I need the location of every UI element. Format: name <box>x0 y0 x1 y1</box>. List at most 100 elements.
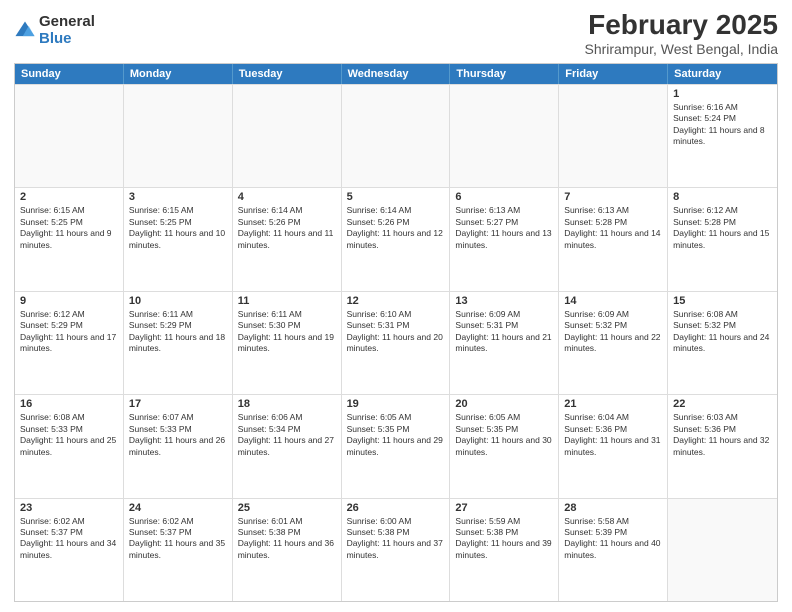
empty-cell <box>342 85 451 187</box>
day-number: 5 <box>347 191 445 203</box>
day-info: Sunrise: 6:16 AM Sunset: 5:24 PM Dayligh… <box>673 102 772 148</box>
day-number: 18 <box>238 398 336 410</box>
weekday-header: Tuesday <box>233 64 342 84</box>
day-cell: 18 Sunrise: 6:06 AM Sunset: 5:34 PM Dayli… <box>233 395 342 497</box>
calendar-header: SundayMondayTuesdayWednesdayThursdayFrid… <box>15 64 777 84</box>
day-cell: 10 Sunrise: 6:11 AM Sunset: 5:29 PM Dayli… <box>124 292 233 394</box>
day-info: Sunrise: 6:11 AM Sunset: 5:30 PM Dayligh… <box>238 309 336 355</box>
day-cell: 7 Sunrise: 6:13 AM Sunset: 5:28 PM Daylig… <box>559 188 668 290</box>
day-number: 23 <box>20 502 118 514</box>
day-info: Sunrise: 6:12 AM Sunset: 5:28 PM Dayligh… <box>673 205 772 251</box>
day-cell: 17 Sunrise: 6:07 AM Sunset: 5:33 PM Dayli… <box>124 395 233 497</box>
day-number: 1 <box>673 88 772 100</box>
day-cell: 14 Sunrise: 6:09 AM Sunset: 5:32 PM Dayli… <box>559 292 668 394</box>
day-info: Sunrise: 6:01 AM Sunset: 5:38 PM Dayligh… <box>238 516 336 562</box>
day-info: Sunrise: 6:07 AM Sunset: 5:33 PM Dayligh… <box>129 412 227 458</box>
day-cell: 16 Sunrise: 6:08 AM Sunset: 5:33 PM Dayli… <box>15 395 124 497</box>
day-info: Sunrise: 6:14 AM Sunset: 5:26 PM Dayligh… <box>347 205 445 251</box>
empty-cell <box>668 499 777 601</box>
day-info: Sunrise: 6:02 AM Sunset: 5:37 PM Dayligh… <box>129 516 227 562</box>
day-number: 16 <box>20 398 118 410</box>
day-info: Sunrise: 6:12 AM Sunset: 5:29 PM Dayligh… <box>20 309 118 355</box>
day-info: Sunrise: 6:06 AM Sunset: 5:34 PM Dayligh… <box>238 412 336 458</box>
day-number: 26 <box>347 502 445 514</box>
day-info: Sunrise: 6:08 AM Sunset: 5:33 PM Dayligh… <box>20 412 118 458</box>
day-number: 27 <box>455 502 553 514</box>
day-cell: 11 Sunrise: 6:11 AM Sunset: 5:30 PM Dayli… <box>233 292 342 394</box>
day-cell: 28Sunrise: 5:58 AM Sunset: 5:39 PM Dayli… <box>559 499 668 601</box>
day-info: Sunrise: 6:13 AM Sunset: 5:27 PM Dayligh… <box>455 205 553 251</box>
day-cell: 6 Sunrise: 6:13 AM Sunset: 5:27 PM Daylig… <box>450 188 559 290</box>
day-cell: 5 Sunrise: 6:14 AM Sunset: 5:26 PM Daylig… <box>342 188 451 290</box>
day-cell: 12Sunrise: 6:10 AM Sunset: 5:31 PM Dayli… <box>342 292 451 394</box>
day-number: 15 <box>673 295 772 307</box>
logo-icon <box>14 20 36 42</box>
day-number: 2 <box>20 191 118 203</box>
weekday-header: Friday <box>559 64 668 84</box>
day-info: Sunrise: 6:05 AM Sunset: 5:35 PM Dayligh… <box>347 412 445 458</box>
day-cell: 27 Sunrise: 5:59 AM Sunset: 5:38 PM Dayli… <box>450 499 559 601</box>
day-number: 21 <box>564 398 662 410</box>
title-block: February 2025 Shrirampur, West Bengal, I… <box>584 10 778 57</box>
calendar-row: 9 Sunrise: 6:12 AM Sunset: 5:29 PM Daylig… <box>15 291 777 394</box>
weekday-header: Saturday <box>668 64 777 84</box>
day-cell: 23Sunrise: 6:02 AM Sunset: 5:37 PM Dayli… <box>15 499 124 601</box>
day-cell: 1 Sunrise: 6:16 AM Sunset: 5:24 PM Daylig… <box>668 85 777 187</box>
day-number: 12 <box>347 295 445 307</box>
empty-cell <box>233 85 342 187</box>
day-cell: 8Sunrise: 6:12 AM Sunset: 5:28 PM Daylig… <box>668 188 777 290</box>
day-number: 17 <box>129 398 227 410</box>
logo-general: General <box>39 14 95 31</box>
day-number: 13 <box>455 295 553 307</box>
day-info: Sunrise: 6:03 AM Sunset: 5:36 PM Dayligh… <box>673 412 772 458</box>
day-number: 20 <box>455 398 553 410</box>
day-cell: 26 Sunrise: 6:00 AM Sunset: 5:38 PM Dayli… <box>342 499 451 601</box>
day-number: 19 <box>347 398 445 410</box>
day-info: Sunrise: 6:15 AM Sunset: 5:25 PM Dayligh… <box>129 205 227 251</box>
calendar-row: 1 Sunrise: 6:16 AM Sunset: 5:24 PM Daylig… <box>15 84 777 187</box>
day-number: 3 <box>129 191 227 203</box>
day-number: 14 <box>564 295 662 307</box>
calendar-row: 2 Sunrise: 6:15 AM Sunset: 5:25 PM Daylig… <box>15 187 777 290</box>
day-number: 6 <box>455 191 553 203</box>
day-number: 22 <box>673 398 772 410</box>
day-info: Sunrise: 5:59 AM Sunset: 5:38 PM Dayligh… <box>455 516 553 562</box>
day-cell: 2 Sunrise: 6:15 AM Sunset: 5:25 PM Daylig… <box>15 188 124 290</box>
day-number: 4 <box>238 191 336 203</box>
day-number: 7 <box>564 191 662 203</box>
day-info: Sunrise: 6:00 AM Sunset: 5:38 PM Dayligh… <box>347 516 445 562</box>
day-cell: 3 Sunrise: 6:15 AM Sunset: 5:25 PM Daylig… <box>124 188 233 290</box>
day-cell: 25 Sunrise: 6:01 AM Sunset: 5:38 PM Dayli… <box>233 499 342 601</box>
calendar: SundayMondayTuesdayWednesdayThursdayFrid… <box>14 63 778 602</box>
day-info: Sunrise: 6:15 AM Sunset: 5:25 PM Dayligh… <box>20 205 118 251</box>
weekday-header: Thursday <box>450 64 559 84</box>
calendar-row: 16 Sunrise: 6:08 AM Sunset: 5:33 PM Dayli… <box>15 394 777 497</box>
day-info: Sunrise: 6:13 AM Sunset: 5:28 PM Dayligh… <box>564 205 662 251</box>
day-cell: 24 Sunrise: 6:02 AM Sunset: 5:37 PM Dayli… <box>124 499 233 601</box>
empty-cell <box>124 85 233 187</box>
calendar-body: 1 Sunrise: 6:16 AM Sunset: 5:24 PM Daylig… <box>15 84 777 601</box>
day-cell: 4Sunrise: 6:14 AM Sunset: 5:26 PM Daylig… <box>233 188 342 290</box>
empty-cell <box>450 85 559 187</box>
day-number: 24 <box>129 502 227 514</box>
day-cell: 9 Sunrise: 6:12 AM Sunset: 5:29 PM Daylig… <box>15 292 124 394</box>
day-number: 9 <box>20 295 118 307</box>
day-info: Sunrise: 6:08 AM Sunset: 5:32 PM Dayligh… <box>673 309 772 355</box>
day-cell: 15 Sunrise: 6:08 AM Sunset: 5:32 PM Dayli… <box>668 292 777 394</box>
day-cell: 13Sunrise: 6:09 AM Sunset: 5:31 PM Dayli… <box>450 292 559 394</box>
day-info: Sunrise: 6:09 AM Sunset: 5:32 PM Dayligh… <box>564 309 662 355</box>
weekday-header: Wednesday <box>342 64 451 84</box>
subtitle: Shrirampur, West Bengal, India <box>584 41 778 57</box>
day-info: Sunrise: 6:11 AM Sunset: 5:29 PM Dayligh… <box>129 309 227 355</box>
empty-cell <box>15 85 124 187</box>
day-number: 25 <box>238 502 336 514</box>
day-cell: 22 Sunrise: 6:03 AM Sunset: 5:36 PM Dayli… <box>668 395 777 497</box>
day-cell: 19 Sunrise: 6:05 AM Sunset: 5:35 PM Dayli… <box>342 395 451 497</box>
empty-cell <box>559 85 668 187</box>
day-cell: 20 Sunrise: 6:05 AM Sunset: 5:35 PM Dayli… <box>450 395 559 497</box>
day-cell: 21Sunrise: 6:04 AM Sunset: 5:36 PM Dayli… <box>559 395 668 497</box>
day-number: 11 <box>238 295 336 307</box>
day-info: Sunrise: 6:05 AM Sunset: 5:35 PM Dayligh… <box>455 412 553 458</box>
logo: General Blue <box>14 14 95 47</box>
day-number: 10 <box>129 295 227 307</box>
